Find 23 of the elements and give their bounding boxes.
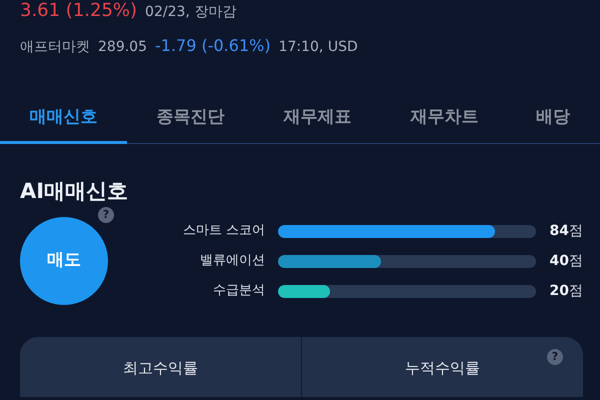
section-title: AI매매신호 [20, 178, 130, 204]
column-header: 최고수익률 [123, 359, 198, 377]
score-label: 스마트 스코어 [182, 222, 266, 240]
market-date: 02/23, 장마감 [145, 3, 236, 22]
score-label: 밸류에이션 [199, 252, 266, 270]
after-market-label: 애프터마켓 [20, 38, 90, 57]
score-value: 20점 [548, 282, 583, 300]
column-header: 누적수익률 [405, 359, 480, 377]
tab[interactable]: 종목진단 [127, 97, 254, 144]
after-market-price: 289.05 [98, 38, 147, 57]
tab[interactable]: 재무차트 [381, 97, 508, 144]
help-icon[interactable]: ? [547, 349, 563, 365]
signal-badge: 매도 [20, 217, 108, 305]
score-value: 84점 [548, 222, 583, 240]
tab[interactable]: 재무제표 [254, 97, 381, 144]
tab[interactable]: 매매신호 [0, 97, 127, 144]
after-market-change: -1.79 (-0.61%) [155, 36, 271, 56]
help-icon[interactable]: ? [98, 207, 114, 223]
after-market-time: 17:10, USD [278, 38, 358, 57]
price-change: 3.61 (1.25%) [20, 1, 138, 21]
tab[interactable]: 배당 [508, 97, 598, 144]
score-value: 40점 [548, 252, 583, 270]
score-label: 수급분석 [212, 282, 266, 300]
